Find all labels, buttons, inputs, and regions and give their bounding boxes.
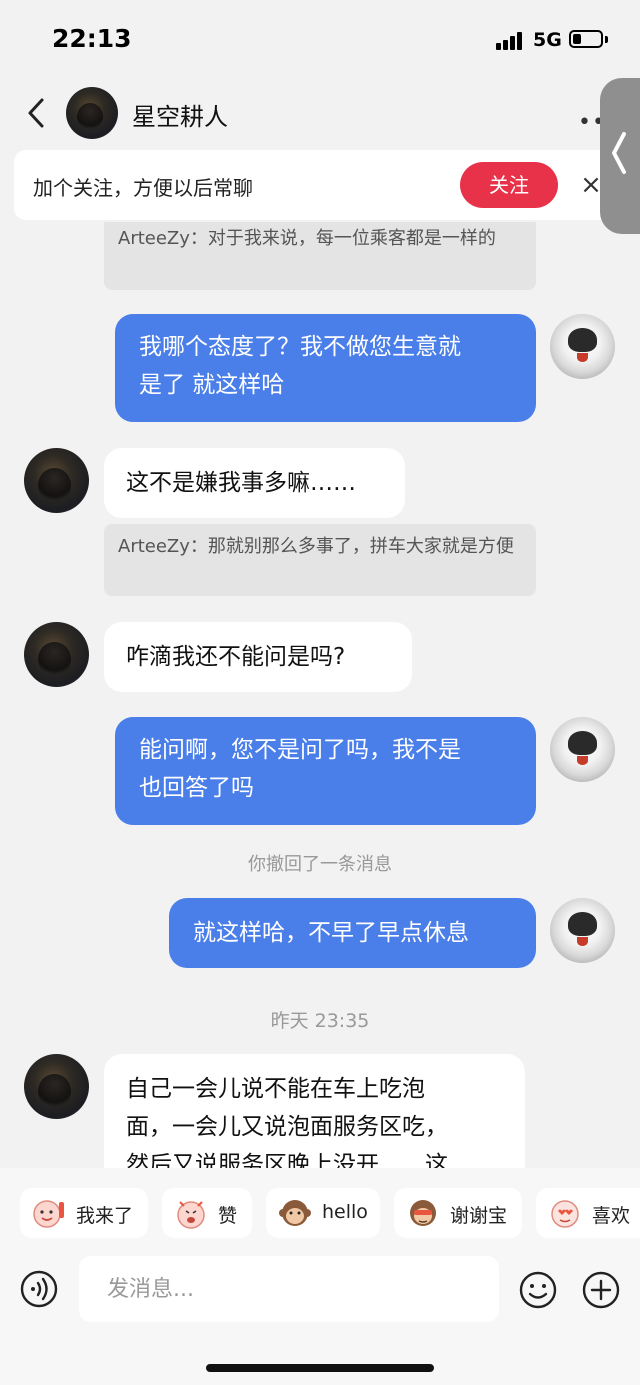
emoji-picker-icon[interactable] — [518, 1270, 558, 1310]
contact-avatar[interactable] — [24, 622, 89, 687]
chevron-left-icon — [612, 132, 626, 174]
follow-button[interactable]: 关注 — [460, 162, 558, 208]
contact-avatar[interactable] — [24, 1054, 89, 1119]
message-text-line: 能问啊，您不是问了吗，我不是 — [139, 737, 461, 763]
network-label: 5G — [533, 29, 562, 51]
love-emoji-icon — [551, 1200, 579, 1228]
recall-notice: 你撤回了一条消息 — [248, 854, 392, 875]
quick-reply-chip[interactable]: 我来了 — [20, 1188, 148, 1238]
add-attachment-icon[interactable] — [581, 1270, 621, 1310]
self-avatar[interactable] — [550, 314, 615, 379]
battery-cap — [605, 36, 608, 43]
outgoing-message[interactable]: 就这样哈，不早了早点休息 — [169, 898, 536, 968]
incoming-message[interactable]: 自己一会儿说不能在车上吃泡 面，一会儿又说泡面服务区吃， 然后又说服务区晚上没开… — [104, 1054, 525, 1168]
message-text: 就这样哈，不早了早点休息 — [193, 920, 469, 946]
message-input[interactable] — [79, 1256, 499, 1322]
incoming-message[interactable]: 这不是嫌我事多嘛…… — [104, 448, 405, 518]
quoted-reply: ArteeZy：对于我来说，每一位乘客都是一样的 — [104, 222, 536, 290]
contact-avatar[interactable] — [66, 87, 118, 139]
chip-label: 谢谢宝 — [450, 1205, 508, 1227]
message-text-line: 然后又说服务区晚上没开……这 — [126, 1152, 448, 1168]
self-avatar[interactable] — [550, 898, 615, 963]
quick-reply-chip[interactable]: 谢谢宝 — [394, 1188, 522, 1238]
home-indicator — [206, 1364, 434, 1372]
status-time: 22:13 — [52, 24, 132, 53]
outgoing-message[interactable]: 能问啊，您不是问了吗，我不是 也回答了吗 — [115, 717, 536, 825]
incoming-message[interactable]: 咋滴我还不能问是吗? — [104, 622, 412, 692]
message-text-line: 是了 就这样哈 — [139, 372, 285, 398]
message-text-line: 我哪个态度了？我不做您生意就 — [139, 334, 461, 360]
time-divider: 昨天 23:35 — [270, 1010, 370, 1032]
signal-icon — [496, 32, 524, 50]
monkey-emoji-icon — [279, 1200, 311, 1226]
follow-prompt-text: 加个关注，方便以后常聊 — [33, 176, 253, 200]
waving-emoji-icon — [33, 1200, 64, 1228]
side-drawer-tab[interactable] — [600, 78, 640, 234]
quick-reply-chip[interactable]: 喜欢 — [536, 1188, 640, 1238]
chip-label: 喜欢 — [592, 1205, 631, 1227]
monkey-thanks-emoji-icon — [410, 1200, 436, 1226]
message-text: 咋滴我还不能问是吗? — [126, 644, 346, 670]
thumbs-emoji-icon — [177, 1201, 205, 1229]
battery-icon — [569, 30, 603, 48]
quick-reply-chip[interactable]: 赞 — [162, 1188, 252, 1238]
message-list[interactable]: ArteeZy：对于我来说，每一位乘客都是一样的 我哪个态度了？我不做您生意就 … — [0, 222, 640, 1168]
quoted-reply: ArteeZy：那就别那么多事了，拼车大家就是方便 — [104, 524, 536, 596]
follow-banner: 加个关注，方便以后常聊 关注 × — [14, 150, 610, 220]
message-text-line: 也回答了吗 — [139, 775, 254, 801]
message-text: 这不是嫌我事多嘛…… — [126, 470, 356, 496]
close-icon[interactable]: × — [580, 168, 602, 202]
message-text-line: 面，一会儿又说泡面服务区吃， — [126, 1114, 448, 1140]
chip-label: hello — [322, 1201, 368, 1223]
quick-reply-chip[interactable]: hello — [266, 1188, 380, 1238]
back-arrow-icon[interactable] — [24, 96, 52, 130]
chip-label: 我来了 — [76, 1205, 134, 1227]
composer-panel: 我来了 赞 hello 谢谢宝 喜欢 发消息... — [0, 1168, 640, 1385]
chip-label: 赞 — [218, 1205, 238, 1227]
chat-screen: 22:13 5G 星空耕人 •• 加个关注，方便以后常聊 关注 × ArteeZ… — [0, 0, 640, 1385]
self-avatar[interactable] — [550, 717, 615, 782]
contact-avatar[interactable] — [24, 448, 89, 513]
outgoing-message[interactable]: 我哪个态度了？我不做您生意就 是了 就这样哈 — [115, 314, 536, 422]
composer-row — [0, 1256, 640, 1322]
contact-name: 星空耕人 — [132, 103, 228, 131]
voice-input-icon[interactable] — [20, 1270, 58, 1308]
message-text-line: 自己一会儿说不能在车上吃泡 — [126, 1076, 425, 1102]
